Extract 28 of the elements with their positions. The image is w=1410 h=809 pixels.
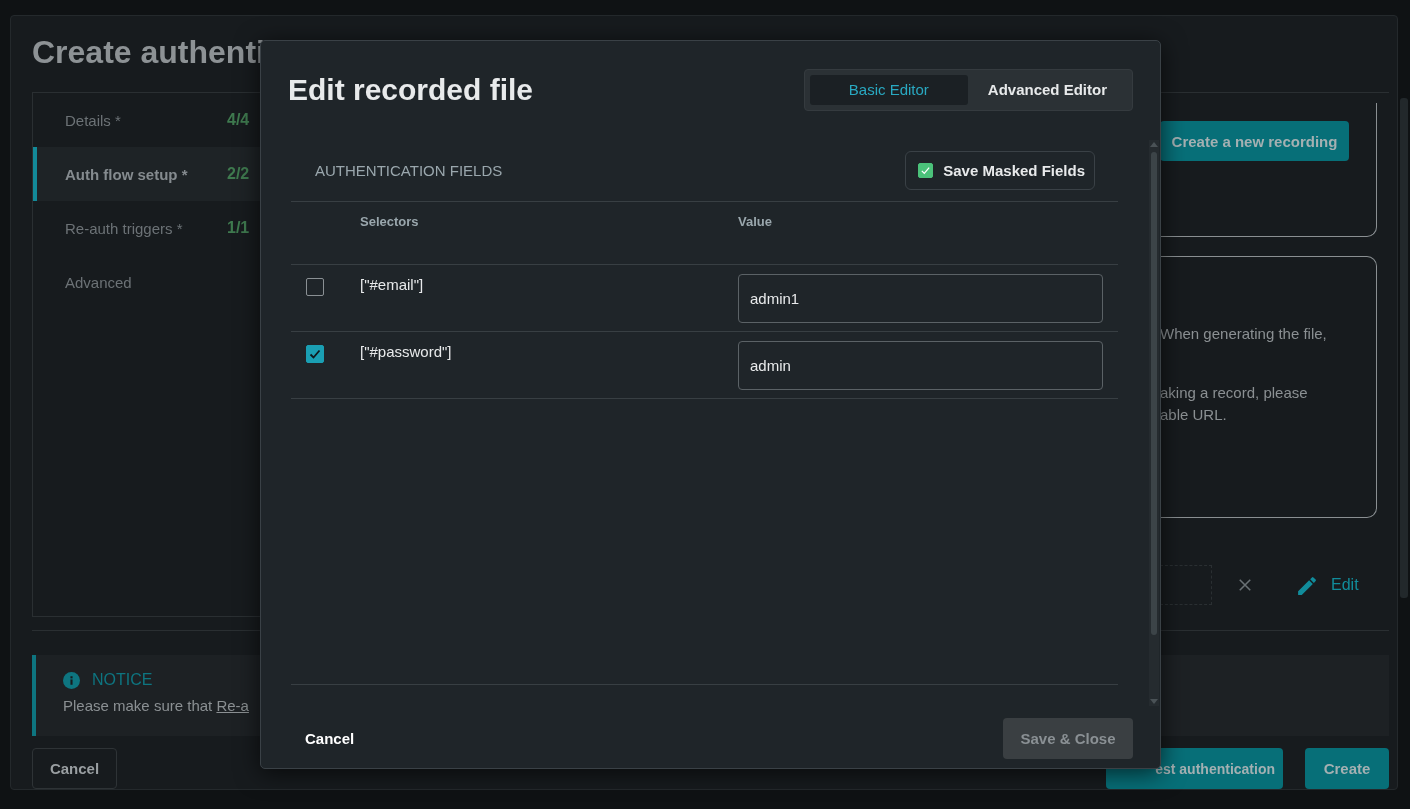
editor-tab[interactable]: Basic Editor [809, 74, 968, 105]
cancel-button[interactable]: Cancel [289, 722, 371, 755]
pencil-icon [1296, 574, 1317, 596]
edit-link[interactable]: Edit [1296, 574, 1359, 596]
notice-title: NOTICE [92, 671, 153, 690]
editor-tab[interactable]: Advanced Editor [967, 74, 1127, 105]
value-field[interactable]: admin1 [738, 274, 1103, 323]
save-masked-fields-checkbox[interactable]: Save Masked Fields [905, 151, 1095, 190]
notice-link[interactable]: Re-a [216, 697, 249, 715]
column-header: Selectors [360, 214, 420, 231]
create-button[interactable]: Create [1305, 748, 1389, 789]
row-checkbox[interactable] [306, 345, 324, 363]
section-title: AUTHENTICATION FIELDS [315, 162, 503, 179]
close-icon[interactable] [1238, 578, 1252, 593]
modal-title: Edit recorded file [288, 72, 534, 107]
create-recording-button[interactable]: Create a new recording [1160, 121, 1349, 162]
column-header: Value [738, 214, 772, 231]
cancel-button[interactable]: Cancel [32, 748, 117, 789]
scrollbar[interactable] [1149, 140, 1159, 706]
row-checkbox[interactable] [306, 278, 324, 296]
value-field[interactable]: admin [738, 341, 1103, 390]
selector-cell-text: ["#password"] [360, 342, 453, 362]
selector-cell-text: ["#email"] [360, 275, 425, 295]
info-icon [63, 672, 80, 689]
dialog-title: Create authenti [32, 33, 265, 72]
info-text: When generating the file, [1160, 324, 1328, 345]
info-text: aking a record, please [1160, 383, 1309, 404]
info-text: able URL. [1160, 405, 1228, 426]
